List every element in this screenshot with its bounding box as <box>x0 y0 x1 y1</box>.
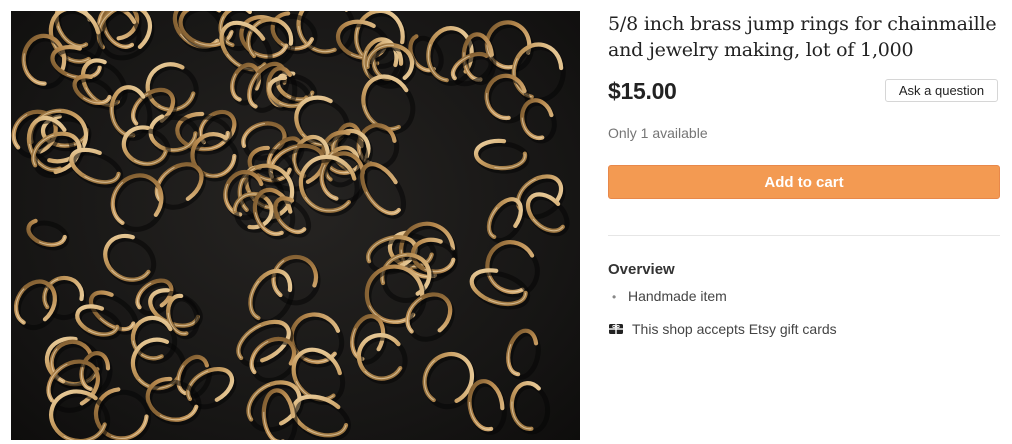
overview-list: • Handmade item <box>608 287 727 305</box>
listing-page: 5/8 inch brass jump rings for chainmaill… <box>0 0 1012 444</box>
availability-text: Only 1 available <box>608 125 708 141</box>
overview-heading: Overview <box>608 261 675 278</box>
gift-card-row: This shop accepts Etsy gift cards <box>608 320 837 338</box>
listing-title: 5/8 inch brass jump rings for chainmaill… <box>608 13 997 61</box>
ask-question-button[interactable]: Ask a question <box>885 79 998 102</box>
section-divider <box>608 235 1000 236</box>
listing-price: $15.00 <box>608 78 677 104</box>
gift-card-text: This shop accepts Etsy gift cards <box>632 321 837 337</box>
brass-rings-image <box>11 11 570 440</box>
product-photo[interactable] <box>11 11 580 440</box>
overview-item-label: Handmade item <box>628 288 727 304</box>
add-to-cart-button[interactable]: Add to cart <box>608 165 1000 199</box>
bullet-icon: • <box>612 290 617 304</box>
gift-card-icon <box>608 322 624 336</box>
overview-item: • Handmade item <box>608 287 727 305</box>
